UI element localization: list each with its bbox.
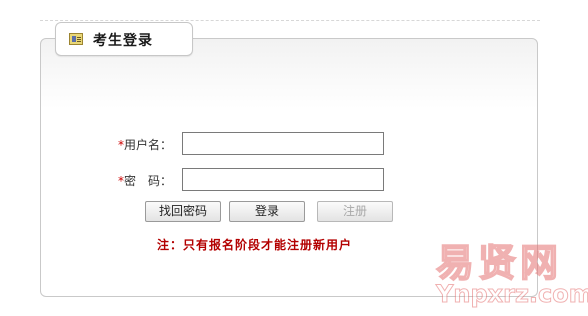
- id-card-icon: [69, 33, 83, 45]
- panel-title: 考生登录: [93, 33, 153, 49]
- recover-password-button[interactable]: 找回密码: [145, 201, 221, 222]
- top-divider: [40, 20, 540, 21]
- register-button[interactable]: 注册: [317, 201, 393, 222]
- login-page: 考生登录 *用户名： *密 码： 找回密码 登录 注册 注：只有报名阶段才能注册…: [0, 0, 588, 316]
- password-label: *密 码：: [118, 172, 172, 189]
- watermark: 易贤网 Ynpxrz.com: [430, 232, 588, 316]
- registration-note: 注：只有报名阶段才能注册新用户: [157, 238, 353, 252]
- watermark-cn: 易贤网: [435, 240, 563, 286]
- username-label-text: 用户名：: [124, 138, 173, 152]
- username-label: *用户名：: [118, 136, 172, 153]
- login-button[interactable]: 登录: [229, 201, 305, 222]
- password-input[interactable]: [182, 168, 384, 191]
- panel-title-tab: 考生登录: [55, 22, 193, 56]
- watermark-en: Ynpxrz.com: [436, 280, 588, 309]
- username-input[interactable]: [182, 132, 384, 155]
- password-label-text: 密 码：: [124, 174, 173, 188]
